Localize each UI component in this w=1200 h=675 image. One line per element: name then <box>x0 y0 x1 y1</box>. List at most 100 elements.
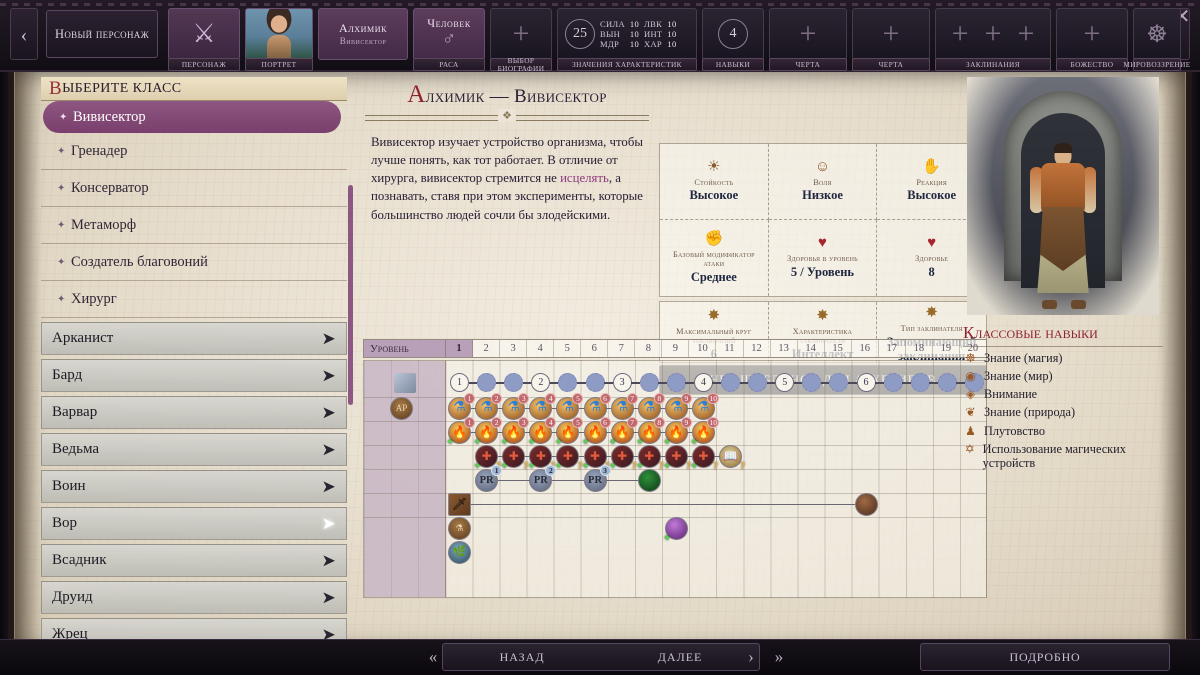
level-header-13[interactable]: 13 <box>771 340 798 357</box>
discovery-icon-level-8[interactable]: ✦? <box>636 445 664 472</box>
discovery-icon-level-7[interactable]: ✦? <box>609 445 637 472</box>
archetype-item-6[interactable]: ✦ Хирург <box>41 281 347 318</box>
bab-node-level-5[interactable] <box>558 373 578 392</box>
archetype-item-3[interactable]: ✦ Консерватор <box>41 170 347 207</box>
bab-node-level-6[interactable] <box>585 373 605 392</box>
level-header-12[interactable]: 12 <box>744 340 771 357</box>
bab-node-level-17[interactable] <box>883 373 903 392</box>
bab-node-level-16[interactable]: 6 <box>856 373 876 392</box>
tab-2-portrait[interactable] <box>245 8 313 60</box>
level-header-19[interactable]: 19 <box>933 340 960 357</box>
poison-resist-icon-level-2[interactable]: PR 1 <box>475 465 503 492</box>
back-button[interactable]: НАЗАД <box>500 650 545 665</box>
tab-10-plus3[interactable]: + + + <box>935 8 1051 60</box>
bab-node-level-10[interactable]: 4 <box>693 373 713 392</box>
bomb-icon-level-2[interactable]: 2 ✦ <box>473 417 503 448</box>
bab-node-level-9[interactable] <box>666 373 686 392</box>
brew-potion-icon[interactable] <box>448 541 472 564</box>
bab-node-level-8[interactable] <box>639 373 659 392</box>
bab-node-level-12[interactable] <box>748 373 768 392</box>
grand-discovery-icon-level-9[interactable]: ✦ <box>663 517 688 544</box>
tab-1-emblem[interactable]: ⚔ <box>168 8 240 60</box>
bomb-icon-level-1[interactable]: 1 ✦ <box>446 417 476 448</box>
archetype-item-1[interactable]: ✦ Вивисектор <box>43 101 341 133</box>
bab-node-level-4[interactable]: 2 <box>531 373 551 392</box>
last-page-button[interactable]: » <box>764 643 794 671</box>
persistent-mutagen-icon-level-16[interactable] <box>854 493 878 516</box>
bomb-icon-level-6[interactable]: 6 ✦ <box>582 417 611 448</box>
tab-11-plus[interactable]: + <box>1056 8 1128 60</box>
level-header-10[interactable]: 10 <box>689 340 717 357</box>
bab-node-level-1[interactable]: 1 <box>450 373 470 392</box>
discovery-icon-level-3[interactable]: ✦? <box>500 445 528 472</box>
bab-node-level-7[interactable]: 3 <box>612 373 632 392</box>
level-header-15[interactable]: 15 <box>825 340 852 357</box>
class-item-5[interactable]: Воин ➤ <box>41 470 347 503</box>
bomb-icon-level-8[interactable]: 8 ✦ <box>636 417 665 448</box>
bomb-icon-level-9[interactable]: 9 ✦ <box>663 417 692 448</box>
tab-8-plus[interactable]: + <box>769 8 847 60</box>
level-header-3[interactable]: 3 <box>500 340 528 357</box>
level-header-5[interactable]: 5 <box>554 340 582 357</box>
discovery-icon-level-10[interactable]: ✦? <box>690 445 718 472</box>
tab-9-plus[interactable]: + <box>852 8 930 60</box>
alchemy-icon[interactable]: ⚗ <box>448 517 472 540</box>
bomb-icon-level-5[interactable]: 5 ✦ <box>554 417 584 448</box>
discovery-icon-level-11[interactable]: ? <box>719 445 745 472</box>
class-item-4[interactable]: Ведьма ➤ <box>41 433 347 466</box>
archetype-item-4[interactable]: ✦ Метаморф <box>41 207 347 244</box>
bab-node-level-19[interactable] <box>937 373 957 392</box>
discovery-icon-level-5[interactable]: ✦? <box>554 445 582 472</box>
level-header-6[interactable]: 6 <box>581 340 609 357</box>
next-button[interactable]: ДАЛЕЕ <box>658 650 703 665</box>
bab-node-level-2[interactable] <box>477 373 497 392</box>
bomb-icon-level-10[interactable]: 10 ✦ <box>690 417 719 448</box>
forward-page-button[interactable]: › <box>736 643 766 671</box>
poison-immunity-icon-level-8[interactable] <box>637 469 661 492</box>
tab-6-stats[interactable]: 25 СИЛА 10 ЛВК 10 ВЫН 10 ИНТ 10 МДР 10 ХАР 10 <box>557 8 697 60</box>
level-header-11[interactable]: 11 <box>716 340 744 357</box>
bab-node-level-11[interactable] <box>721 373 741 392</box>
tab-12-alignment[interactable]: ☸ <box>1133 8 1181 60</box>
level-header-2[interactable]: 2 <box>473 340 501 357</box>
prev-step-button[interactable]: ‹ <box>10 8 38 60</box>
details-button[interactable]: ПОДРОБНО <box>920 643 1170 671</box>
archetype-item-5[interactable]: ✦ Создатель благовоний <box>41 244 347 281</box>
discovery-icon-level-9[interactable]: ✦? <box>663 445 691 472</box>
bab-node-level-14[interactable] <box>802 373 822 392</box>
bomb-icon-level-7[interactable]: 7 ✦ <box>609 417 638 448</box>
level-header-1[interactable]: 1 <box>446 340 474 357</box>
level-header-17[interactable]: 17 <box>879 340 906 357</box>
character-preview[interactable] <box>967 77 1159 315</box>
tab-5-plus[interactable]: + <box>490 8 552 60</box>
bab-node-level-15[interactable] <box>829 373 849 392</box>
level-header-4[interactable]: 4 <box>527 340 555 357</box>
level-header-14[interactable]: 14 <box>798 340 825 357</box>
level-header-18[interactable]: 18 <box>906 340 933 357</box>
tab-3-class[interactable]: Алхимик Вивисектор <box>318 8 408 60</box>
class-item-3[interactable]: Варвар ➤ <box>41 396 347 429</box>
class-item-6[interactable]: Вор ➤ <box>41 507 347 540</box>
tab-4-race[interactable]: Человек ♂ <box>413 8 485 60</box>
level-header-8[interactable]: 8 <box>635 340 663 357</box>
poison-resist-icon-level-4[interactable]: PR 2 <box>529 465 557 492</box>
level-header-7[interactable]: 7 <box>608 340 636 357</box>
level-header-9[interactable]: 9 <box>662 340 690 357</box>
archetype-item-2[interactable]: ✦ Гренадер <box>41 133 347 170</box>
class-item-1[interactable]: Арканист ➤ <box>41 322 347 355</box>
class-list-scrollbar[interactable] <box>348 185 353 405</box>
tab-7-skills[interactable]: 4 <box>702 8 764 60</box>
weapon-proficiency-icon[interactable] <box>448 493 472 516</box>
level-header-16[interactable]: 16 <box>852 340 879 357</box>
class-item-8[interactable]: Друид ➤ <box>41 581 347 614</box>
bab-node-level-13[interactable]: 5 <box>775 373 795 392</box>
class-item-2[interactable]: Бард ➤ <box>41 359 347 392</box>
character-name-field[interactable]: Новый персонаж <box>46 10 158 58</box>
class-item-7[interactable]: Всадник ➤ <box>41 544 347 577</box>
poison-resist-icon-level-6[interactable]: PR 3 <box>583 465 611 492</box>
stat-value: Среднее <box>690 269 737 284</box>
bomb-icon-level-3[interactable]: 3 ✦ <box>500 417 530 448</box>
bomb-icon-level-4[interactable]: 4 ✦ <box>527 417 557 448</box>
bab-node-level-3[interactable] <box>504 373 524 392</box>
bab-node-level-18[interactable] <box>910 373 930 392</box>
